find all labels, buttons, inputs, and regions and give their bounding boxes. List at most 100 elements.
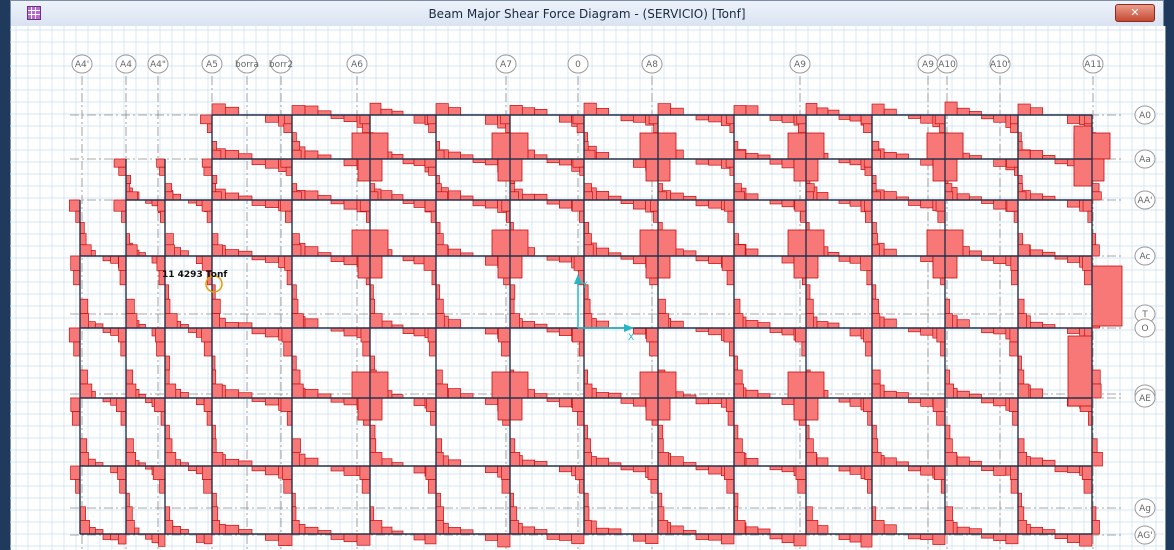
axis-bubble-top[interactable]: A8 <box>641 54 663 74</box>
shear-step <box>1029 388 1044 399</box>
axis-bubble-top[interactable]: A9 <box>789 54 811 74</box>
axis-bubble-right[interactable]: AG' <box>1134 525 1156 545</box>
shear-step <box>120 341 127 357</box>
shear-step <box>1005 533 1019 545</box>
shear-step <box>79 233 87 246</box>
axis-bubble-top[interactable]: A4" <box>147 54 169 74</box>
shear-step <box>423 255 437 271</box>
shear-step <box>435 183 442 193</box>
shear-step <box>509 506 518 521</box>
shear-step <box>657 506 665 521</box>
shear-step <box>871 383 881 399</box>
window-titlebar[interactable]: Beam Major Shear Force Diagram - (SERVIC… <box>10 0 1164 26</box>
shear-step <box>118 166 127 176</box>
axis-bubble-right[interactable]: Ag <box>1134 498 1156 518</box>
shear-step <box>883 108 897 116</box>
axis-bubble-top[interactable]: A6 <box>346 54 368 74</box>
shear-step <box>1011 270 1019 286</box>
axis-bubble-top[interactable]: A10' <box>989 54 1011 74</box>
shear-step <box>583 452 592 467</box>
axis-bubble-top[interactable]: A5 <box>201 54 223 74</box>
shear-step <box>871 233 879 246</box>
shear-step <box>70 465 81 480</box>
shear-step <box>164 298 171 314</box>
axis-bubble-right[interactable]: AA' <box>1134 190 1156 210</box>
shear-step <box>781 397 795 405</box>
axis-bubble-right[interactable]: O <box>1134 318 1156 338</box>
shear-step <box>427 479 437 494</box>
shear-step <box>721 255 735 271</box>
shear-step <box>447 107 462 116</box>
axis-bubble-top[interactable]: A11 <box>1082 54 1104 74</box>
shear-step <box>708 158 722 166</box>
axis-bubble-right[interactable]: Ac <box>1134 246 1156 266</box>
shear-step <box>282 465 293 480</box>
shear-step <box>838 255 851 262</box>
shear-step <box>286 411 293 426</box>
axis-bubble-top[interactable]: borra <box>235 54 259 74</box>
shear-step <box>369 520 383 535</box>
shear-step <box>865 341 873 357</box>
shear-step <box>797 479 807 494</box>
shear-step <box>203 479 213 494</box>
shear-step <box>583 520 592 535</box>
shear-step <box>79 383 93 399</box>
shear-step <box>632 199 647 210</box>
shear-step <box>944 383 954 399</box>
shear-step <box>211 298 221 314</box>
shear-step <box>1008 397 1019 412</box>
shear-step <box>291 313 304 329</box>
axis-bubble-right[interactable]: AE <box>1134 388 1156 408</box>
shear-step <box>632 158 647 168</box>
shear-step <box>583 102 597 116</box>
shear-step <box>509 452 521 467</box>
shear-step <box>206 123 213 133</box>
shear-step <box>866 270 873 286</box>
axis-bubble-top[interactable]: A10 <box>936 54 958 74</box>
shear-step <box>280 397 293 412</box>
axis-bubble-label: A4 <box>120 60 132 70</box>
shear-step <box>70 397 81 412</box>
shear-step <box>164 183 173 193</box>
axis-bubble-top[interactable]: A4' <box>71 54 93 74</box>
shear-step <box>708 533 722 541</box>
shear-step <box>238 250 253 257</box>
axis-bubble-top[interactable]: A4 <box>115 54 137 74</box>
shear-step <box>993 465 1007 476</box>
shear-step <box>794 199 807 212</box>
shear-step <box>920 114 934 124</box>
shear-step <box>211 452 224 467</box>
shear-edge <box>1073 125 1093 187</box>
axis-bubble-label: A8 <box>646 60 658 70</box>
axis-bubble-top[interactable]: A7 <box>495 54 517 74</box>
shear-step <box>726 114 735 125</box>
shear-step <box>201 255 213 271</box>
shear-step <box>993 199 1007 210</box>
shear-step <box>413 327 426 337</box>
shear-step <box>447 190 462 201</box>
axis-bubble-top[interactable]: borr2 <box>269 54 293 74</box>
axis-bubbles-right[interactable]: A0AaAA'AcTOACAEAgAG' <box>1134 105 1156 545</box>
shear-step <box>1042 459 1056 467</box>
shear-step <box>657 424 664 440</box>
axis-bubble-top[interactable]: A9 <box>917 54 939 74</box>
shear-step <box>1082 199 1093 212</box>
axis-bubble-right[interactable]: A0 <box>1134 105 1156 125</box>
axis-bubbles-top[interactable]: A4' A4 A4" A5 borra borr2 A6 A7 0 A8 A9 A9 A10 A10' A1… <box>71 54 1104 74</box>
shear-step <box>956 193 970 201</box>
axis-bubble-right[interactable]: Aa <box>1134 149 1156 169</box>
axis-bubble-top[interactable]: 0 <box>567 54 589 74</box>
shear-step <box>360 327 371 343</box>
shear-step <box>447 459 462 467</box>
shear-step <box>125 452 137 467</box>
diagram-canvas[interactable]: A4' A4 A4" A5 borra borr2 A6 A7 0 A8 A9 A9 A10 A10' A1… <box>10 26 1164 550</box>
shear-step <box>572 397 585 412</box>
shear-step <box>968 250 982 257</box>
shear-step <box>1009 327 1019 343</box>
shear-step <box>251 327 266 335</box>
shear-step <box>981 327 995 334</box>
shear-step <box>1066 327 1081 334</box>
close-button[interactable]: ✕ <box>1115 4 1155 22</box>
origin-x-arrow <box>624 324 634 332</box>
shear-step <box>435 313 445 329</box>
